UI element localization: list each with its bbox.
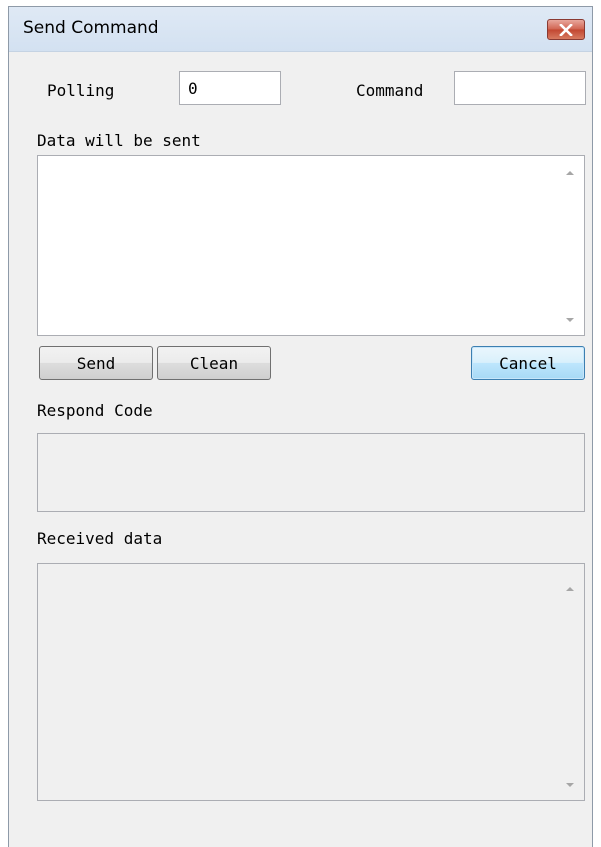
command-input[interactable] [454,71,586,105]
send-button[interactable]: Send [39,346,153,380]
data-to-send-label: Data will be sent [37,131,201,150]
send-command-window: Send Command Polling Command Data will b… [8,6,593,847]
title-bar[interactable]: Send Command [9,7,592,52]
command-label: Command [356,81,424,100]
respond-code-field [37,433,585,512]
data-to-send-textarea[interactable] [37,155,585,336]
close-button[interactable] [547,19,585,40]
clean-button[interactable]: Clean [157,346,271,380]
scroll-down-arrow-icon[interactable] [565,780,575,790]
polling-label: Polling [47,81,115,100]
window-title: Send Command [23,18,159,38]
data-to-send-scrollbar[interactable] [556,156,584,335]
polling-input[interactable] [179,71,281,105]
respond-code-label: Respond Code [37,401,153,420]
received-data-scrollbar[interactable] [556,564,584,800]
scroll-up-arrow-icon[interactable] [565,168,575,178]
close-icon [559,23,573,36]
scroll-down-arrow-icon[interactable] [565,315,575,325]
scroll-up-arrow-icon[interactable] [565,584,575,594]
received-data-label: Received data [37,529,163,548]
cancel-button[interactable]: Cancel [471,346,585,380]
received-data-textarea [37,563,585,801]
